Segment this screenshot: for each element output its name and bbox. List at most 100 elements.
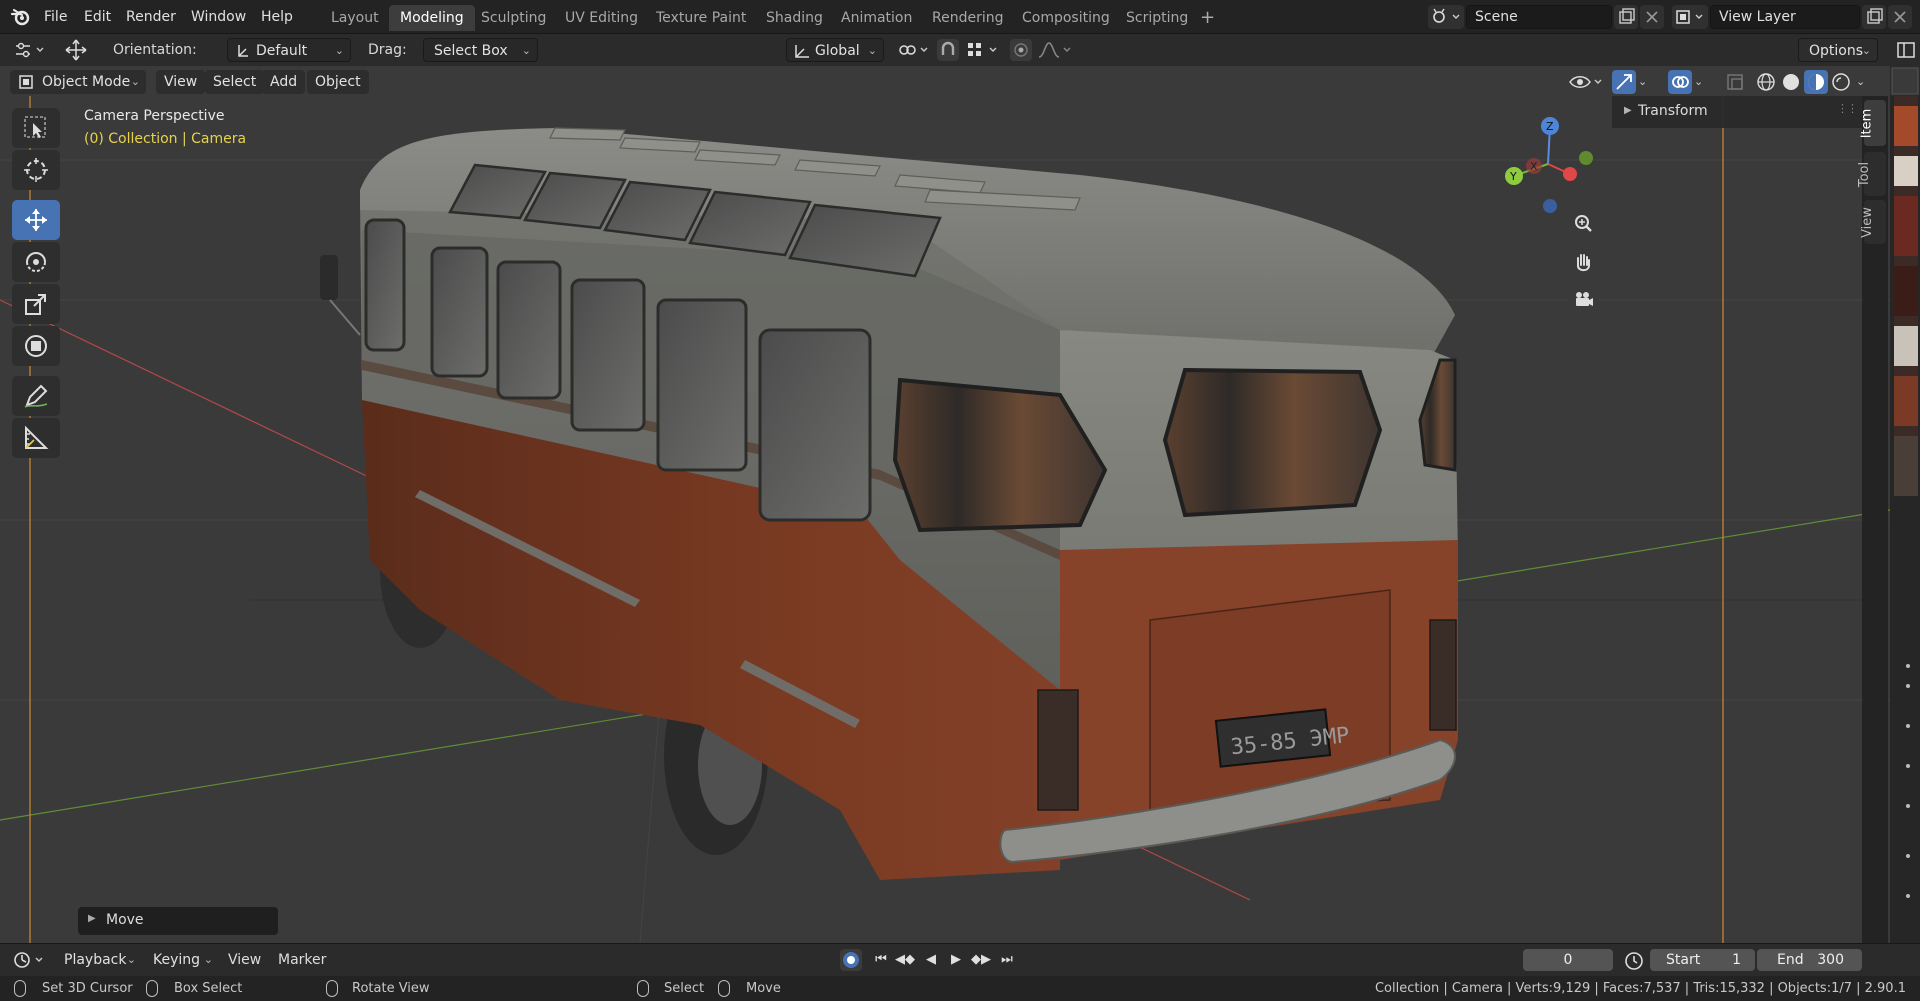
measure-tool[interactable]	[12, 418, 60, 458]
annotate-tool[interactable]	[12, 376, 60, 416]
transform-tool[interactable]	[12, 326, 60, 366]
camera-view-button[interactable]	[1567, 284, 1599, 316]
timeline-view-menu[interactable]: View	[228, 952, 261, 968]
record-button[interactable]	[840, 949, 862, 971]
proportional-editing-icon[interactable]	[1010, 39, 1032, 61]
snap-increment-icon[interactable]	[964, 39, 1004, 61]
jump-end-button[interactable]: ⏭	[996, 949, 1018, 971]
tab-animation[interactable]: Animation	[830, 5, 923, 31]
tab-item[interactable]: Item	[1859, 100, 1886, 146]
hint-move: Move	[746, 981, 781, 996]
rotate-icon	[26, 252, 46, 272]
current-frame-field[interactable]: 0	[1523, 949, 1613, 971]
marker-menu[interactable]: Marker	[278, 952, 326, 968]
sidebar-toggle-icon[interactable]	[1896, 40, 1916, 60]
tab-shading[interactable]: Shading	[755, 5, 834, 31]
falloff-curve-icon[interactable]	[1036, 39, 1076, 61]
play-reverse-button[interactable]: ◀	[920, 949, 942, 971]
object-mode-dropdown[interactable]: Object Mode ⌄	[10, 70, 146, 94]
keying-menu[interactable]: Keying ⌄	[145, 949, 219, 971]
editor-type-icon[interactable]	[10, 949, 50, 971]
menu-edit[interactable]: Edit	[84, 7, 111, 27]
tab-uv-editing[interactable]: UV Editing	[554, 5, 649, 31]
menu-add[interactable]: Add	[262, 70, 306, 94]
new-scene-icon[interactable]	[1614, 5, 1638, 29]
tool-settings-icon[interactable]	[10, 38, 50, 62]
end-frame-field[interactable]: End 300	[1757, 949, 1862, 971]
orientation-dropdown[interactable]: Default ⌄	[227, 38, 351, 62]
navigation-gizmo[interactable]: Z X Y	[1500, 106, 1600, 216]
xray-toggle-icon[interactable]	[1724, 70, 1748, 94]
menu-object[interactable]: Object	[307, 70, 369, 94]
jump-start-button[interactable]: ⏮	[870, 949, 892, 971]
snap-icon[interactable]	[937, 39, 959, 61]
tab-compositing[interactable]: Compositing	[1011, 5, 1121, 31]
tab-layout[interactable]: Layout	[320, 5, 390, 31]
pivot-point-icon[interactable]	[896, 39, 932, 61]
sidebar-panel: ▶ Transform ⋮⋮⋮	[1612, 96, 1868, 128]
rotate-tool[interactable]	[12, 242, 60, 282]
cursor-tool[interactable]	[12, 150, 60, 190]
menu-window[interactable]: Window	[191, 7, 246, 27]
rendered-shading-icon[interactable]	[1829, 70, 1853, 94]
expand-triangle-icon[interactable]: ▶	[1624, 105, 1632, 116]
shading-dropdown-icon[interactable]: ⌄	[1856, 70, 1872, 94]
tab-modeling[interactable]: Modeling	[389, 5, 475, 31]
gizmo-dropdown-icon[interactable]: ⌄	[1638, 70, 1654, 94]
transform-orientation-value: Global	[815, 43, 860, 59]
zoom-icon	[1575, 215, 1592, 232]
3d-viewport[interactable]: 35-85 ЭМР Object Mode ⌄ View Select Add …	[0, 66, 1890, 943]
tab-view[interactable]: View	[1860, 200, 1886, 244]
menu-help[interactable]: Help	[261, 7, 293, 27]
tab-scripting[interactable]: Scripting	[1115, 5, 1199, 31]
gizmo-toggle-icon[interactable]	[1612, 70, 1636, 94]
overlays-toggle-icon[interactable]	[1668, 70, 1692, 94]
pan-view-button[interactable]	[1567, 246, 1599, 278]
menu-select[interactable]: Select	[205, 70, 265, 94]
add-workspace-icon[interactable]: +	[1200, 7, 1215, 28]
delete-scene-icon[interactable]	[1640, 5, 1664, 29]
wireframe-shading-icon[interactable]	[1754, 70, 1778, 94]
move-tool[interactable]	[12, 200, 60, 240]
mouse-right-drag-icon	[718, 980, 730, 997]
adjacent-editor-strip[interactable]	[1890, 66, 1920, 943]
select-box-tool[interactable]	[12, 108, 60, 148]
next-keyframe-button[interactable]: ◆▶	[970, 949, 992, 971]
gizmo-x-label: X	[1530, 160, 1538, 173]
playback-menu[interactable]: Playback ⌄	[56, 949, 142, 971]
zoom-view-button[interactable]	[1567, 208, 1599, 240]
last-operator-panel[interactable]: ▶ Move	[78, 907, 278, 935]
view-layer-field[interactable]: View Layer	[1710, 5, 1860, 29]
options-dropdown[interactable]: Options ⌄	[1798, 38, 1878, 62]
scene-name-field[interactable]: Scene	[1466, 5, 1612, 29]
transform-orientation-dropdown[interactable]: Global ⌄	[786, 38, 884, 62]
menu-file[interactable]: File	[44, 7, 67, 27]
expand-triangle-icon: ▶	[88, 913, 96, 924]
delete-view-layer-icon[interactable]	[1888, 5, 1912, 29]
pencil-icon	[24, 384, 48, 408]
tab-rendering[interactable]: Rendering	[921, 5, 1015, 31]
visibility-icon[interactable]	[1567, 70, 1607, 94]
solid-shading-icon[interactable]	[1779, 70, 1803, 94]
menu-view[interactable]: View	[156, 70, 206, 94]
view-layer-selector-button[interactable]	[1672, 5, 1708, 29]
blender-logo-icon[interactable]	[10, 7, 32, 27]
drag-dropdown[interactable]: Select Box ⌄	[423, 38, 538, 62]
clock-icon[interactable]	[1623, 950, 1645, 972]
viewport-scene[interactable]: 35-85 ЭМР	[0, 66, 1890, 943]
scene-selector-button[interactable]	[1428, 5, 1464, 29]
tab-tool[interactable]: Tool	[1857, 152, 1886, 196]
prev-keyframe-button[interactable]: ◀◆	[894, 949, 916, 971]
new-view-layer-icon[interactable]	[1862, 5, 1886, 29]
tab-texture-paint[interactable]: Texture Paint	[645, 5, 757, 31]
overlays-dropdown-icon[interactable]: ⌄	[1694, 70, 1710, 94]
transform-section-label[interactable]: Transform	[1638, 103, 1708, 119]
tab-sculpting[interactable]: Sculpting	[470, 5, 557, 31]
tab-tool-label: Tool	[1857, 161, 1873, 188]
global-axes-icon	[795, 45, 809, 58]
play-button[interactable]: ▶	[945, 949, 967, 971]
start-frame-field[interactable]: Start 1	[1650, 949, 1755, 971]
menu-render[interactable]: Render	[126, 7, 176, 27]
material-shading-icon[interactable]	[1804, 70, 1828, 94]
scale-tool[interactable]	[12, 284, 60, 324]
